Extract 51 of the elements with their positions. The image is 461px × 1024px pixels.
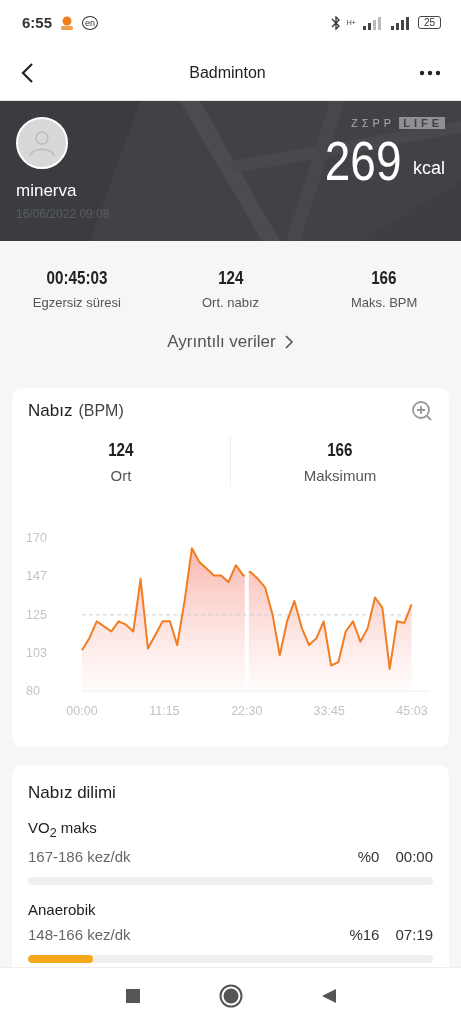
back-icon[interactable] (20, 61, 36, 84)
chevron-right-icon (283, 334, 294, 350)
stat-label: Egzersiz süresi (32, 295, 121, 310)
x-tick-label: 33:45 (313, 704, 345, 718)
user-name: minerva (16, 181, 77, 201)
x-tick-label: 11:15 (149, 704, 180, 718)
summary-value: 124 (108, 438, 134, 461)
zone-name: Anaerobik (28, 901, 96, 918)
x-tick-label: 45:03 (396, 704, 428, 718)
y-tick-label: 147 (26, 569, 47, 584)
signal-icon (361, 15, 384, 30)
logo-text: ZΣPP (350, 117, 396, 129)
stat-value: 166 (371, 267, 397, 289)
y-tick-label: 103 (26, 645, 47, 660)
user-icon (27, 128, 57, 158)
stat-value: 124 (217, 267, 244, 289)
card-title: Nabız (28, 401, 73, 421)
page-title: Badminton (189, 63, 266, 82)
zoom-in-icon[interactable] (411, 400, 433, 422)
home-icon[interactable] (218, 984, 243, 1008)
battery-indicator: 25 (417, 16, 441, 29)
calories-value: 269 (324, 133, 401, 189)
y-tick-label: 170 (26, 531, 47, 545)
stat-label: Ort. nabız (201, 295, 259, 310)
summary-label: Ort (110, 466, 132, 484)
x-tick-label: 22:30 (231, 704, 263, 718)
zone-time: 07:19 (395, 926, 433, 943)
calories-unit: kcal (413, 158, 445, 179)
bluetooth-icon (330, 14, 341, 31)
zone-percent: %0 (357, 848, 380, 865)
zone-time: 00:00 (395, 848, 433, 865)
stat-label: Maks. BPM (350, 295, 418, 310)
unit-label: (BPM) (78, 402, 124, 420)
status-time: 6:55 (22, 14, 53, 31)
zone-range: 167-186 kez/dk (28, 848, 131, 865)
zone-name: VO$_{2}$ maks (28, 819, 97, 840)
details-link[interactable]: Ayrıntılı veriler (163, 328, 298, 356)
y-tick-label: 125 (26, 607, 47, 622)
logo-label: LIFE (399, 117, 445, 129)
y-tick-label: 80 (26, 684, 40, 698)
summary-label: Maksimum (303, 466, 377, 484)
zone-range: 148-166 kez/dk (28, 926, 131, 943)
recents-icon[interactable] (124, 988, 141, 1004)
summary-value: 166 (327, 438, 353, 461)
zone-percent: %16 (349, 926, 380, 943)
more-icon[interactable] (419, 69, 441, 76)
stat-value: 00:45:03 (46, 267, 108, 289)
back-icon[interactable] (320, 988, 337, 1004)
x-tick-label: 00:00 (66, 704, 98, 718)
card-title: Nabız dilimi (28, 783, 117, 803)
signal-icon (389, 15, 412, 30)
